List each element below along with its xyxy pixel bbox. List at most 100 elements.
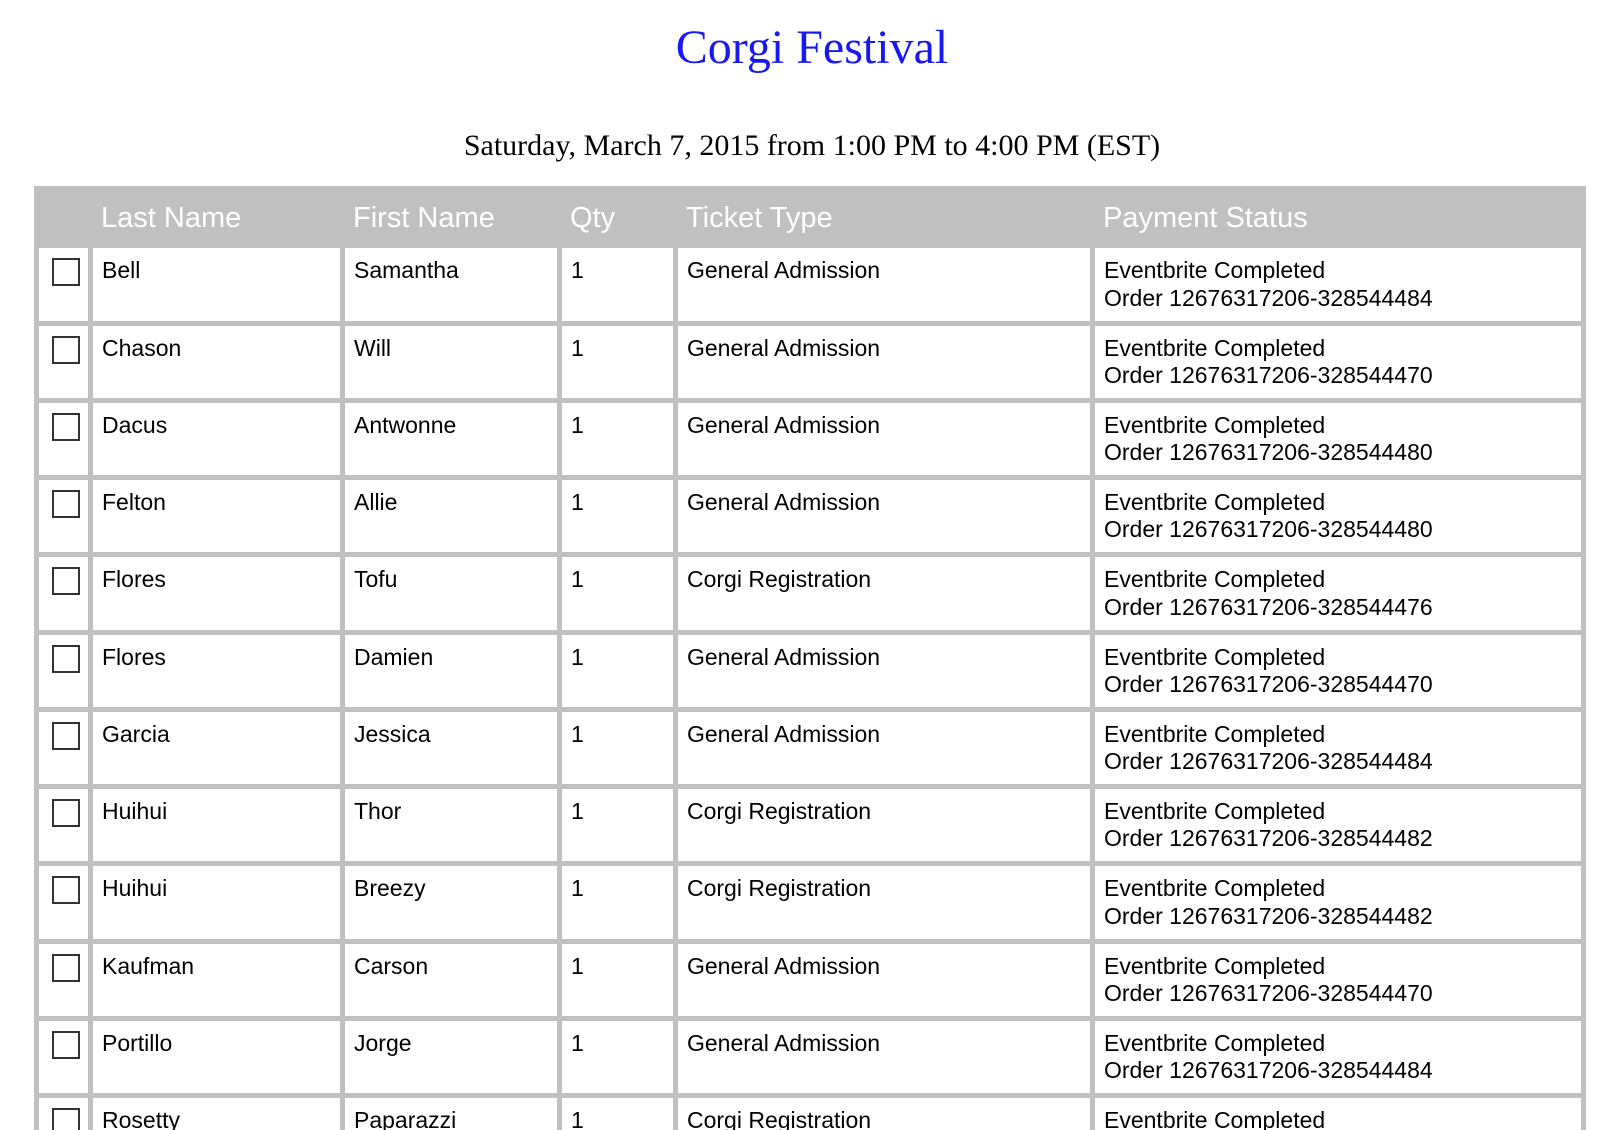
row-select-checkbox[interactable] bbox=[52, 490, 80, 518]
payment-status-text: Eventbrite Completed bbox=[1104, 798, 1581, 825]
cell-ticket-type: Corgi Registration bbox=[678, 557, 1090, 629]
cell-qty: 1 bbox=[562, 403, 673, 475]
cell-ticket-type: Corgi Registration bbox=[678, 866, 1090, 938]
cell-payment-status: Eventbrite CompletedOrder 12676317206-32… bbox=[1095, 248, 1581, 320]
row-select-checkbox[interactable] bbox=[52, 413, 80, 441]
cell-last-name: Huihui bbox=[93, 866, 340, 938]
cell-ticket-type: General Admission bbox=[678, 248, 1090, 320]
column-header-payment-status[interactable]: Payment Status bbox=[1095, 191, 1581, 243]
cell-qty: 1 bbox=[562, 248, 673, 320]
row-select-checkbox[interactable] bbox=[52, 336, 80, 364]
order-number-text: Order 12676317206-328544476 bbox=[1104, 594, 1581, 621]
cell-first-name: Will bbox=[345, 326, 557, 398]
table-header: Last Name First Name Qty Ticket Type Pay… bbox=[39, 191, 1581, 243]
cell-payment-status: Eventbrite CompletedOrder 12676317206-32… bbox=[1095, 789, 1581, 861]
payment-status-text: Eventbrite Completed bbox=[1104, 335, 1581, 362]
cell-payment-status: Eventbrite CompletedOrder 12676317206-32… bbox=[1095, 944, 1581, 1016]
row-select-checkbox[interactable] bbox=[52, 1108, 80, 1130]
cell-first-name: Carson bbox=[345, 944, 557, 1016]
cell-payment-status: Eventbrite CompletedOrder 12676317206-32… bbox=[1095, 866, 1581, 938]
order-number-text: Order 12676317206-328544484 bbox=[1104, 285, 1581, 312]
cell-ticket-type: Corgi Registration bbox=[678, 789, 1090, 861]
payment-status-text: Eventbrite Completed bbox=[1104, 875, 1581, 902]
cell-last-name: Flores bbox=[93, 557, 340, 629]
row-select-checkbox[interactable] bbox=[52, 799, 80, 827]
order-number-text: Order 12676317206-328544470 bbox=[1104, 671, 1581, 698]
payment-status-text: Eventbrite Completed bbox=[1104, 566, 1581, 593]
cell-ticket-type: General Admission bbox=[678, 944, 1090, 1016]
row-checkbox-cell bbox=[39, 480, 88, 552]
cell-ticket-type: General Admission bbox=[678, 326, 1090, 398]
cell-first-name: Samantha bbox=[345, 248, 557, 320]
table-row: ChasonWill1General AdmissionEventbrite C… bbox=[39, 326, 1581, 398]
cell-payment-status: Eventbrite CompletedOrder 12676317206-32… bbox=[1095, 1021, 1581, 1093]
cell-first-name: Paparazzi bbox=[345, 1098, 557, 1130]
row-checkbox-cell bbox=[39, 635, 88, 707]
payment-status-text: Eventbrite Completed bbox=[1104, 1107, 1581, 1130]
row-select-checkbox[interactable] bbox=[52, 1031, 80, 1059]
row-select-checkbox[interactable] bbox=[52, 722, 80, 750]
cell-qty: 1 bbox=[562, 480, 673, 552]
row-checkbox-cell bbox=[39, 866, 88, 938]
row-select-checkbox[interactable] bbox=[52, 567, 80, 595]
column-header-first-name[interactable]: First Name bbox=[345, 191, 557, 243]
cell-first-name: Allie bbox=[345, 480, 557, 552]
cell-first-name: Antwonne bbox=[345, 403, 557, 475]
column-header-last-name[interactable]: Last Name bbox=[93, 191, 340, 243]
table-row: PortilloJorge1General AdmissionEventbrit… bbox=[39, 1021, 1581, 1093]
cell-qty: 1 bbox=[562, 1098, 673, 1130]
cell-payment-status: Eventbrite CompletedOrder 12676317206-32… bbox=[1095, 635, 1581, 707]
row-select-checkbox[interactable] bbox=[52, 876, 80, 904]
row-checkbox-cell bbox=[39, 944, 88, 1016]
order-number-text: Order 12676317206-328544480 bbox=[1104, 439, 1581, 466]
cell-first-name: Jorge bbox=[345, 1021, 557, 1093]
payment-status-text: Eventbrite Completed bbox=[1104, 721, 1581, 748]
cell-last-name: Flores bbox=[93, 635, 340, 707]
cell-qty: 1 bbox=[562, 789, 673, 861]
payment-status-text: Eventbrite Completed bbox=[1104, 953, 1581, 980]
row-select-checkbox[interactable] bbox=[52, 954, 80, 982]
order-number-text: Order 12676317206-328544470 bbox=[1104, 980, 1581, 1007]
cell-last-name: Kaufman bbox=[93, 944, 340, 1016]
order-number-text: Order 12676317206-328544484 bbox=[1104, 748, 1581, 775]
cell-qty: 1 bbox=[562, 1021, 673, 1093]
cell-ticket-type: General Admission bbox=[678, 635, 1090, 707]
row-select-checkbox[interactable] bbox=[52, 645, 80, 673]
column-header-ticket-type[interactable]: Ticket Type bbox=[678, 191, 1090, 243]
row-checkbox-cell bbox=[39, 403, 88, 475]
cell-ticket-type: Corgi Registration bbox=[678, 1098, 1090, 1130]
row-checkbox-cell bbox=[39, 557, 88, 629]
order-number-text: Order 12676317206-328544482 bbox=[1104, 903, 1581, 930]
attendee-table: Last Name First Name Qty Ticket Type Pay… bbox=[34, 186, 1586, 1130]
cell-payment-status: Eventbrite CompletedOrder 12676317206-32… bbox=[1095, 712, 1581, 784]
cell-payment-status: Eventbrite CompletedOrder 12676317206-32… bbox=[1095, 480, 1581, 552]
order-number-text: Order 12676317206-328544480 bbox=[1104, 516, 1581, 543]
cell-ticket-type: General Admission bbox=[678, 1021, 1090, 1093]
cell-last-name: Huihui bbox=[93, 789, 340, 861]
table-row: KaufmanCarson1General AdmissionEventbrit… bbox=[39, 944, 1581, 1016]
row-checkbox-cell bbox=[39, 712, 88, 784]
row-select-checkbox[interactable] bbox=[52, 258, 80, 286]
order-number-text: Order 12676317206-328544484 bbox=[1104, 1057, 1581, 1084]
row-checkbox-cell bbox=[39, 789, 88, 861]
row-checkbox-cell bbox=[39, 248, 88, 320]
row-checkbox-cell bbox=[39, 1098, 88, 1130]
event-datetime: Saturday, March 7, 2015 from 1:00 PM to … bbox=[0, 75, 1624, 162]
cell-payment-status: Eventbrite CompletedOrder 12676317206-32… bbox=[1095, 557, 1581, 629]
page-title: Corgi Festival bbox=[0, 0, 1624, 75]
column-header-checkbox bbox=[39, 191, 88, 243]
payment-status-text: Eventbrite Completed bbox=[1104, 489, 1581, 516]
table-body: BellSamantha1General AdmissionEventbrite… bbox=[39, 248, 1581, 1130]
table-row: HuihuiThor1Corgi RegistrationEventbrite … bbox=[39, 789, 1581, 861]
attendee-table-container: Last Name First Name Qty Ticket Type Pay… bbox=[34, 186, 1586, 1130]
payment-status-text: Eventbrite Completed bbox=[1104, 644, 1581, 671]
table-row: GarciaJessica1General AdmissionEventbrit… bbox=[39, 712, 1581, 784]
cell-payment-status: Eventbrite CompletedOrder 12676317206-32… bbox=[1095, 1098, 1581, 1130]
order-number-text: Order 12676317206-328544482 bbox=[1104, 825, 1581, 852]
cell-ticket-type: General Admission bbox=[678, 712, 1090, 784]
cell-ticket-type: General Admission bbox=[678, 403, 1090, 475]
cell-last-name: Felton bbox=[93, 480, 340, 552]
table-header-row: Last Name First Name Qty Ticket Type Pay… bbox=[39, 191, 1581, 243]
column-header-qty[interactable]: Qty bbox=[562, 191, 673, 243]
cell-first-name: Damien bbox=[345, 635, 557, 707]
